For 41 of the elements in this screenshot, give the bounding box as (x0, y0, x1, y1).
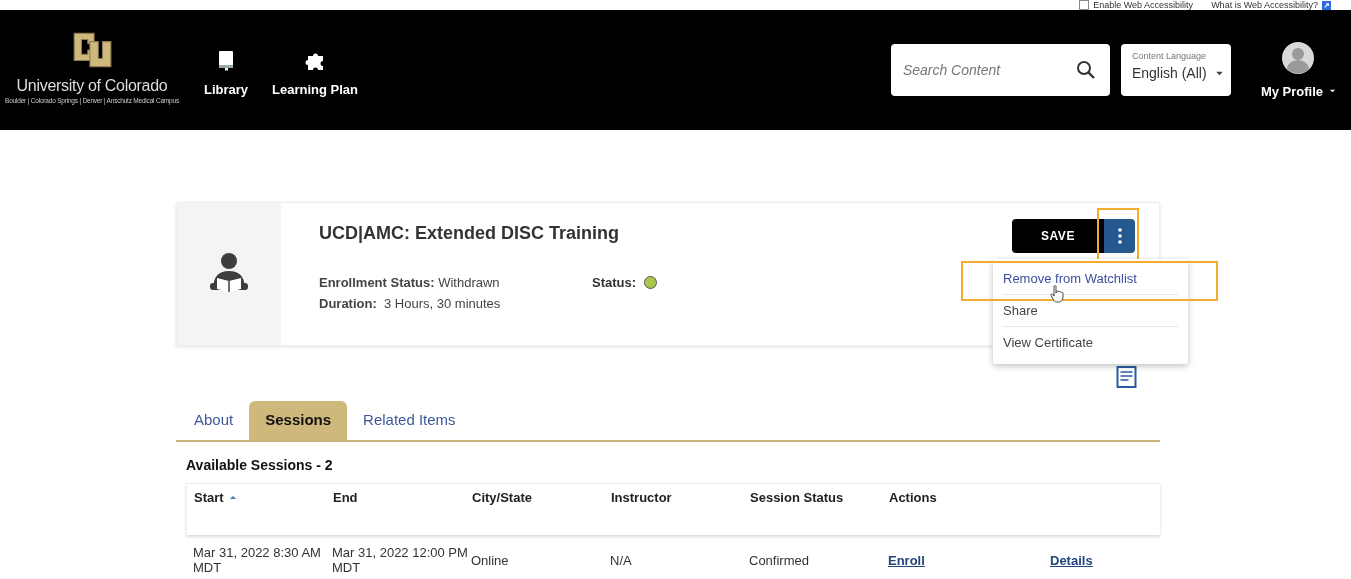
nav-link[interactable]: Library (204, 49, 249, 97)
tab[interactable]: Related Items (347, 401, 472, 440)
course-title: UCD|AMC: Extended DISC Training (319, 223, 620, 244)
caret-icon (1329, 89, 1336, 93)
action-link[interactable]: Enroll (888, 552, 925, 568)
tab[interactable]: Sessions (249, 401, 348, 440)
caret-icon (1214, 70, 1224, 76)
table-cell-text: N/A (610, 552, 633, 568)
more-options-button[interactable] (1104, 219, 1135, 253)
language-dropdown[interactable]: Content Language English (All) (1120, 44, 1231, 96)
column-header[interactable]: Start (194, 490, 333, 535)
table-cell-text: Confirmed (749, 552, 810, 568)
action-link[interactable]: Details (1050, 552, 1093, 568)
more-icon (1117, 228, 1122, 244)
menu-item[interactable]: View Certificate (1003, 327, 1178, 358)
section-title: Available Sessions - 2 (186, 457, 334, 473)
document-icon (1116, 366, 1137, 388)
search-icon[interactable] (1075, 60, 1096, 80)
enrollment-status: Enrollment Status: Withdrawn (319, 274, 501, 292)
profile-menu[interactable]: My Profile (1260, 41, 1336, 99)
hand-cursor-icon (1050, 285, 1064, 303)
accessibility-checkbox[interactable]: Enable Web Accessibility (1079, 0, 1194, 10)
status-label: Status: (592, 275, 637, 290)
column-header[interactable]: City/State (472, 490, 611, 535)
column-header[interactable]: Session Status (750, 490, 889, 535)
column-header[interactable]: Instructor (611, 490, 750, 535)
avatar-icon (1282, 41, 1315, 74)
save-button[interactable]: SAVE (1012, 219, 1104, 253)
column-header[interactable]: End (333, 490, 472, 535)
menu-item[interactable]: Share (1003, 295, 1178, 327)
table-cell-text: Mar 31, 2022 8:30 AM MDT (193, 545, 322, 575)
external-link-icon (1322, 0, 1331, 10)
nav-link[interactable]: Learning Plan (272, 49, 359, 97)
search-field[interactable]: Search Content (890, 44, 1110, 96)
logo-text: University of Colorado (16, 76, 168, 95)
table-cell-text: Mar 31, 2022 12:00 PM MDT (332, 545, 469, 575)
table-cell-text: Online (471, 552, 510, 568)
column-header[interactable]: Actions (889, 490, 1069, 535)
tab[interactable]: About (178, 401, 250, 440)
duration: Duration: 3 Hours, 30 minutes (319, 295, 502, 313)
accessibility-link[interactable]: What is Web Accessibility? (1211, 0, 1318, 10)
